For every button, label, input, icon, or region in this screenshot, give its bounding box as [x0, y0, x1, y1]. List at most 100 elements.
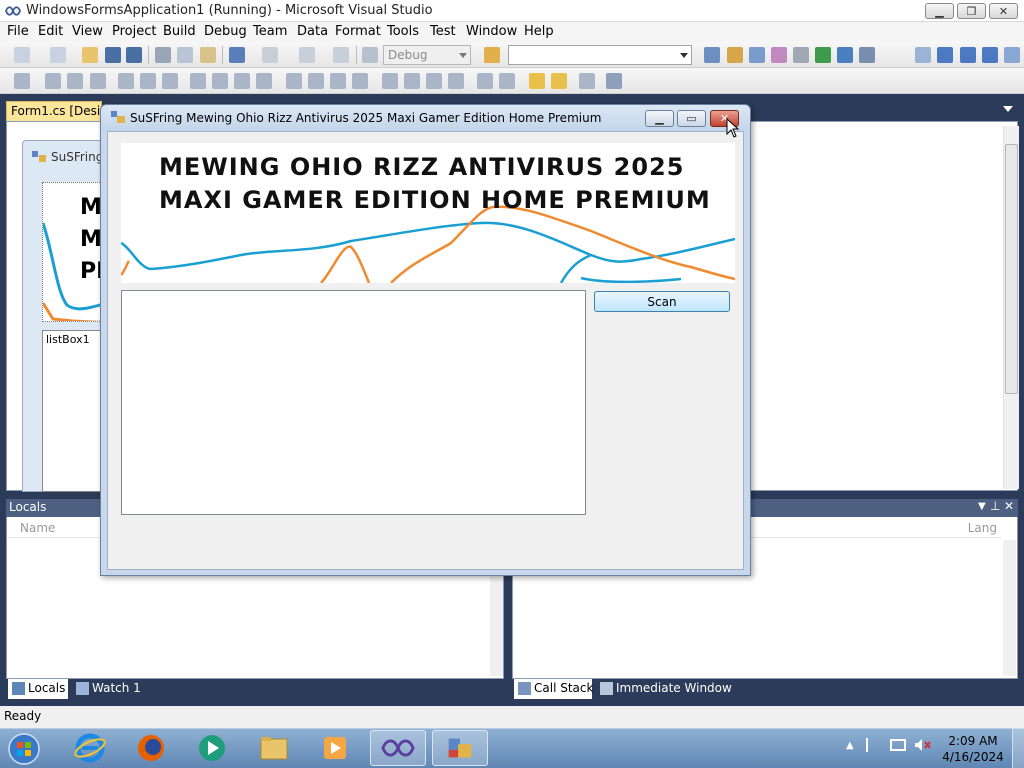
menu-window[interactable]: Window: [466, 24, 517, 39]
menu-data[interactable]: Data: [297, 24, 328, 39]
chevron-down-icon[interactable]: ▼: [978, 501, 986, 512]
find-in-files-icon[interactable]: [484, 47, 500, 63]
same-width-icon[interactable]: [190, 73, 206, 89]
server-explorer-icon[interactable]: [837, 47, 853, 63]
continue-icon[interactable]: [915, 47, 931, 63]
undo-icon[interactable]: [229, 47, 245, 63]
menu-tools[interactable]: Tools: [387, 24, 419, 39]
align-centers-icon[interactable]: [67, 73, 83, 89]
tab-call-stack[interactable]: Call Stack: [514, 679, 593, 699]
output-icon[interactable]: [859, 47, 875, 63]
app-minimize-button[interactable]: ▁: [645, 110, 674, 127]
vs-minimize-button[interactable]: ▁: [925, 3, 954, 19]
stop-debugging-icon[interactable]: [960, 47, 976, 63]
copy-icon[interactable]: [177, 47, 193, 63]
solution-explorer-icon[interactable]: [704, 47, 720, 63]
menu-test[interactable]: Test: [430, 24, 456, 39]
media-center-icon[interactable]: [307, 730, 363, 766]
step-into-icon[interactable]: [1004, 47, 1020, 63]
tab-watch-1[interactable]: Watch 1: [72, 679, 152, 699]
align-rights-icon[interactable]: [90, 73, 106, 89]
designer-vertical-scrollbar[interactable]: [1003, 126, 1019, 489]
action-center-flag-icon[interactable]: [866, 738, 880, 752]
tab-immediate-window[interactable]: Immediate Window: [596, 679, 732, 699]
align-middles-icon[interactable]: [140, 73, 156, 89]
tab-order-icon[interactable]: [579, 73, 595, 89]
same-size-icon[interactable]: [234, 73, 250, 89]
horizontal-spacing-icon[interactable]: [286, 73, 302, 89]
align-to-grid-icon[interactable]: [14, 73, 30, 89]
tab-locals[interactable]: Locals: [8, 679, 68, 699]
volume-muted-icon[interactable]: [914, 738, 932, 752]
remove-horizontal-spacing-icon[interactable]: [352, 73, 368, 89]
align-lefts-icon[interactable]: [45, 73, 61, 89]
show-hidden-icons-chevron-icon[interactable]: ▲: [846, 740, 854, 751]
menu-build[interactable]: Build: [163, 24, 196, 39]
size-to-grid-icon[interactable]: [256, 73, 272, 89]
increase-vertical-spacing-icon[interactable]: [404, 73, 420, 89]
cut-icon[interactable]: [155, 47, 171, 63]
redo-icon[interactable]: [262, 47, 278, 63]
align-tops-icon[interactable]: [118, 73, 134, 89]
results-listbox[interactable]: [121, 290, 586, 515]
center-vertically-icon[interactable]: [499, 73, 515, 89]
find-combo[interactable]: [508, 45, 692, 65]
bring-to-front-icon[interactable]: [529, 73, 545, 89]
scrollbar-thumb[interactable]: [1005, 144, 1018, 394]
running-app-taskbar-icon[interactable]: [432, 730, 488, 766]
navigate-icon[interactable]: [299, 47, 315, 63]
center-horizontally-icon[interactable]: [477, 73, 493, 89]
new-project-icon[interactable]: [14, 47, 30, 63]
solution-configuration-combo[interactable]: Debug: [383, 45, 471, 65]
document-list-chevron-icon[interactable]: [1003, 106, 1013, 112]
file-explorer-icon[interactable]: [246, 730, 302, 766]
close-icon[interactable]: ✕: [1004, 499, 1014, 513]
menu-team[interactable]: Team: [253, 24, 287, 39]
menu-help[interactable]: Help: [524, 24, 554, 39]
break-all-icon[interactable]: [937, 47, 953, 63]
tab-form1-design[interactable]: Form1.cs [Design]: [6, 101, 103, 121]
properties-icon[interactable]: [727, 47, 743, 63]
send-to-back-icon[interactable]: [551, 73, 567, 89]
decrease-horizontal-spacing-icon[interactable]: [330, 73, 346, 89]
tools-icon[interactable]: [793, 47, 809, 63]
visual-studio-taskbar-icon[interactable]: [370, 730, 426, 766]
vs-restore-button[interactable]: ❐: [957, 3, 986, 19]
remove-vertical-spacing-icon[interactable]: [448, 73, 464, 89]
taskbar-clock[interactable]: 2:09 AM 4/16/2024: [938, 733, 1008, 765]
menu-file[interactable]: File: [7, 24, 29, 39]
locals-name-column[interactable]: Name: [20, 521, 55, 535]
object-browser-icon[interactable]: [749, 47, 765, 63]
callstack-scrollbar[interactable]: [1003, 540, 1016, 676]
import-icon[interactable]: [815, 47, 831, 63]
menu-debug[interactable]: Debug: [204, 24, 247, 39]
menu-view[interactable]: View: [72, 24, 103, 39]
open-folder-icon[interactable]: [82, 47, 98, 63]
increase-horizontal-spacing-icon[interactable]: [308, 73, 324, 89]
menu-format[interactable]: Format: [335, 24, 381, 39]
align-bottoms-icon[interactable]: [162, 73, 178, 89]
start-button-windows-icon[interactable]: [4, 730, 44, 768]
vs-close-button[interactable]: ✕: [989, 3, 1018, 19]
toolbox-icon[interactable]: [771, 47, 787, 63]
paste-icon[interactable]: [200, 47, 216, 63]
restart-icon[interactable]: [982, 47, 998, 63]
network-icon[interactable]: [890, 739, 906, 751]
app-maximize-button[interactable]: ▭: [677, 110, 706, 127]
start-debug-icon[interactable]: [362, 47, 378, 63]
pin-icon[interactable]: ⊥: [990, 499, 1000, 513]
add-item-icon[interactable]: [50, 47, 66, 63]
show-desktop-button[interactable]: [1012, 728, 1024, 768]
menu-project[interactable]: Project: [112, 24, 156, 39]
firefox-icon[interactable]: [123, 730, 179, 766]
media-player-icon[interactable]: [184, 730, 240, 766]
callstack-lang-column[interactable]: Lang: [968, 521, 997, 535]
menu-edit[interactable]: Edit: [38, 24, 63, 39]
layout-options-icon[interactable]: [606, 73, 622, 89]
internet-explorer-icon[interactable]: [62, 730, 118, 766]
save-all-icon[interactable]: [126, 47, 142, 63]
same-height-icon[interactable]: [212, 73, 228, 89]
scan-button[interactable]: Scan: [594, 291, 730, 312]
save-icon[interactable]: [105, 47, 121, 63]
vertical-spacing-icon[interactable]: [382, 73, 398, 89]
